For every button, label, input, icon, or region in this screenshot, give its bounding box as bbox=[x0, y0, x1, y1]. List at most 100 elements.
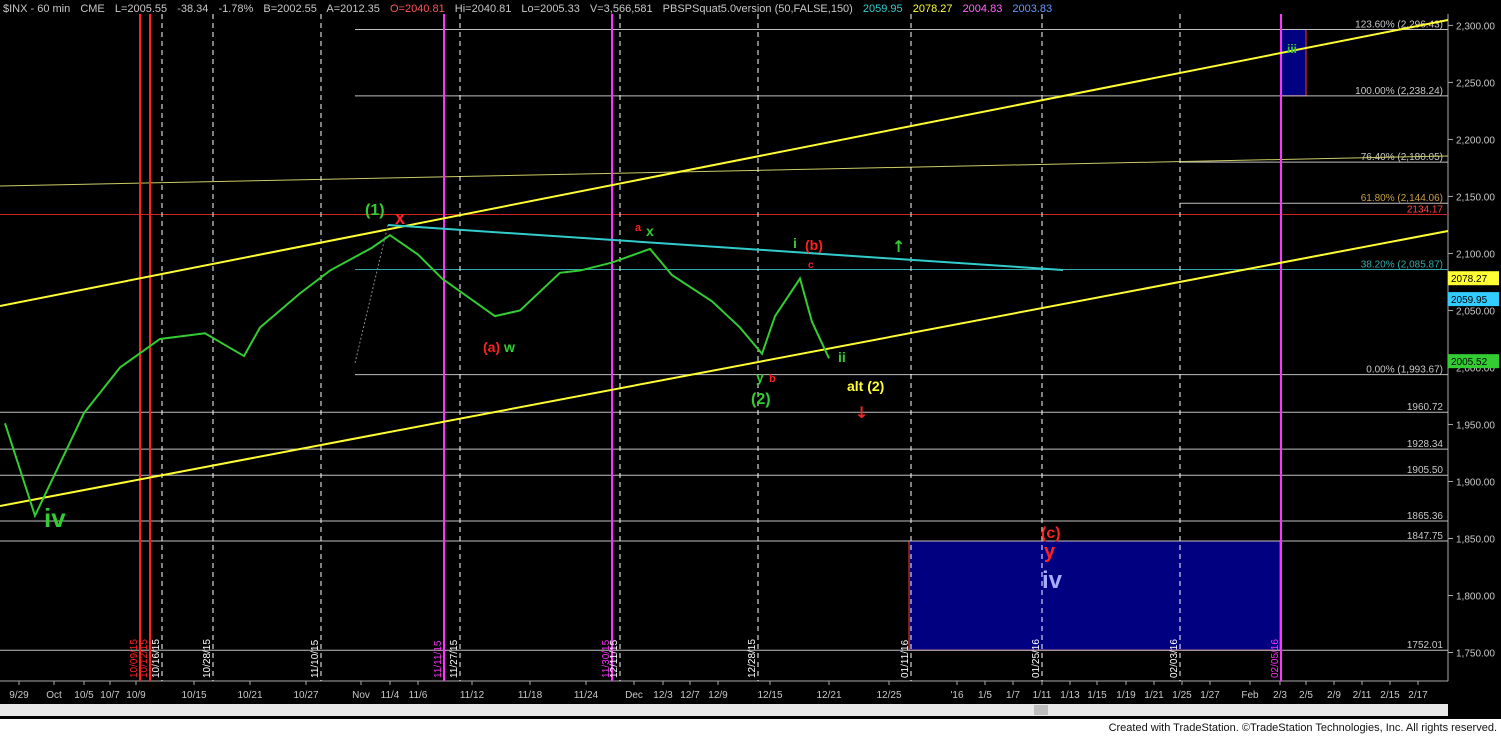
x-tick-label: 1/5 bbox=[978, 690, 992, 701]
last-price: L=2005.55 bbox=[114, 3, 168, 15]
ask-value: A=2012.35 bbox=[326, 3, 380, 15]
x-tick-label: 11/18 bbox=[518, 690, 543, 701]
x-tick-label: 12/9 bbox=[708, 690, 728, 701]
x-tick-label: 1/15 bbox=[1087, 690, 1107, 701]
exchange-label: CME bbox=[80, 3, 105, 15]
x-tick-label: 10/5 bbox=[74, 690, 94, 701]
x-tick-label: 10/21 bbox=[237, 690, 262, 701]
indicator-value-3: 2004.83 bbox=[962, 3, 1003, 15]
y-tick-label: 1,800.00 bbox=[1456, 591, 1495, 602]
chart-header: $INX - 60 min CME L=2005.55 -38.34 -1.78… bbox=[3, 3, 1059, 15]
wave-label: y bbox=[756, 369, 764, 385]
x-tick-label: 2/15 bbox=[1380, 690, 1400, 701]
price-line bbox=[4, 233, 830, 519]
price-flag-label: 2059.95 bbox=[1451, 295, 1488, 306]
date-marker-label: 11/10/15 bbox=[310, 639, 321, 678]
wave-label: b bbox=[769, 373, 776, 385]
volume-value: V=3,566,581 bbox=[589, 3, 653, 15]
wave-label: a bbox=[635, 222, 642, 234]
y-tick-label: 2,300.00 bbox=[1456, 21, 1495, 32]
wave-label: i bbox=[793, 235, 797, 251]
wave-label: iv bbox=[1042, 567, 1063, 594]
fib-level-label: 38.20% (2,085.87) bbox=[1361, 260, 1443, 271]
x-tick-label: 11/4 bbox=[381, 690, 400, 701]
wave-label: alt (2) bbox=[847, 378, 884, 394]
x-tick-label: 2/5 bbox=[1299, 690, 1313, 701]
lower-channel-line bbox=[0, 230, 1449, 507]
x-tick-label: 2/9 bbox=[1327, 690, 1341, 701]
target-box bbox=[908, 540, 1281, 651]
x-tick-label: Dec bbox=[625, 690, 643, 701]
change-value: -38.34 bbox=[177, 3, 209, 15]
x-tick-label: 1/25 bbox=[1172, 690, 1192, 701]
x-tick-label: 10/9 bbox=[126, 690, 146, 701]
date-marker-label: 02/03/16 bbox=[1169, 639, 1180, 678]
x-tick-label: 12/25 bbox=[876, 690, 901, 701]
symbol-label: $INX - 60 min bbox=[3, 3, 71, 15]
y-tick-label: 2,050.00 bbox=[1456, 306, 1495, 317]
x-tick-label: 1/27 bbox=[1200, 690, 1220, 701]
x-tick-label: Nov bbox=[352, 690, 370, 701]
date-marker-label: 01/11/16 bbox=[900, 639, 911, 678]
scrollbar-track bbox=[0, 704, 1448, 716]
wave-label: (2) bbox=[751, 391, 771, 408]
wave-label: x bbox=[646, 223, 654, 239]
y-tick-label: 1,950.00 bbox=[1456, 420, 1495, 431]
x-tick-label: 9/29 bbox=[9, 690, 29, 701]
wave-label: iii bbox=[1287, 42, 1297, 56]
price-level-label: 1928.34 bbox=[1407, 439, 1444, 450]
indicator-name: PBSPSquat5.0version (50,FALSE,150) bbox=[662, 3, 853, 15]
projection-line bbox=[354, 224, 389, 364]
x-tick-label: 12/3 bbox=[653, 690, 673, 701]
wave-label: y bbox=[1044, 541, 1056, 563]
wave-label: (b) bbox=[805, 237, 823, 253]
date-marker-label: 10/12/15 bbox=[139, 639, 150, 678]
fib-guide-line bbox=[0, 155, 1449, 187]
y-tick-label: 2,150.00 bbox=[1456, 192, 1495, 203]
x-tick-label: 1/21 bbox=[1144, 690, 1164, 701]
high-value: Hi=2040.81 bbox=[454, 3, 512, 15]
change-pct: -1.78% bbox=[218, 3, 254, 15]
wave-label: iv bbox=[44, 503, 66, 533]
x-tick-label: 1/13 bbox=[1060, 690, 1080, 701]
indicator-value-4: 2003.83 bbox=[1012, 3, 1053, 15]
date-marker-label: 11/27/15 bbox=[449, 639, 460, 678]
chart-area: 1,750.00 1,800.00 1,850.00 1,900.00 1,950.00… bbox=[0, 0, 1501, 736]
fib-level-label: 0.00% (1,993.67) bbox=[1366, 365, 1443, 376]
footer-credit: Created with TradeStation. ©TradeStation… bbox=[1108, 722, 1497, 734]
price-level-label: 1865.36 bbox=[1407, 511, 1444, 522]
fib-level-label: 100.00% (2,238.24) bbox=[1355, 86, 1443, 97]
down-arrow-icon: ↓ bbox=[855, 403, 868, 422]
price-level-label: 1847.75 bbox=[1407, 531, 1444, 542]
y-tick-label: 2,250.00 bbox=[1456, 78, 1495, 89]
wave-label: x bbox=[395, 208, 405, 228]
y-tick-label: 1,750.00 bbox=[1456, 648, 1495, 659]
date-marker-label: 10/28/15 bbox=[202, 639, 213, 678]
low-value: Lo=2005.33 bbox=[521, 3, 580, 15]
price-level-label: 2134.17 bbox=[1407, 204, 1444, 215]
wave-label: (a) bbox=[483, 339, 500, 355]
resistance-trendline bbox=[387, 224, 1064, 271]
price-level-label: 1752.01 bbox=[1407, 640, 1444, 651]
wave-label: ii bbox=[838, 349, 846, 365]
x-tick-label: 2/3 bbox=[1273, 690, 1287, 701]
x-tick-label: 10/27 bbox=[293, 690, 318, 701]
wave-label: (1) bbox=[365, 202, 385, 219]
x-tick-label: 12/21 bbox=[816, 690, 841, 701]
y-tick-label: 2,100.00 bbox=[1456, 249, 1495, 260]
open-value: O=2040.81 bbox=[389, 3, 445, 15]
x-tick-label: 11/12 bbox=[460, 690, 485, 701]
price-flag-label: 2078.27 bbox=[1451, 274, 1488, 285]
x-tick-label: 1/7 bbox=[1006, 690, 1020, 701]
x-tick-label: 10/7 bbox=[100, 690, 120, 701]
date-marker-label: 11/11/15 bbox=[433, 640, 444, 678]
x-tick-label: 2/17 bbox=[1408, 690, 1428, 701]
fib-level-label: 61.80% (2,144.06) bbox=[1361, 193, 1443, 204]
date-marker-label: 02/05/16 bbox=[1270, 639, 1281, 678]
up-arrow-icon: ↑ bbox=[892, 237, 905, 256]
x-tick-label: 11/6 bbox=[409, 690, 428, 701]
target-box bbox=[1280, 28, 1307, 97]
date-marker-label: 01/25/16 bbox=[1031, 639, 1042, 678]
x-tick-label: 12/7 bbox=[680, 690, 700, 701]
wave-label: w bbox=[503, 339, 515, 355]
